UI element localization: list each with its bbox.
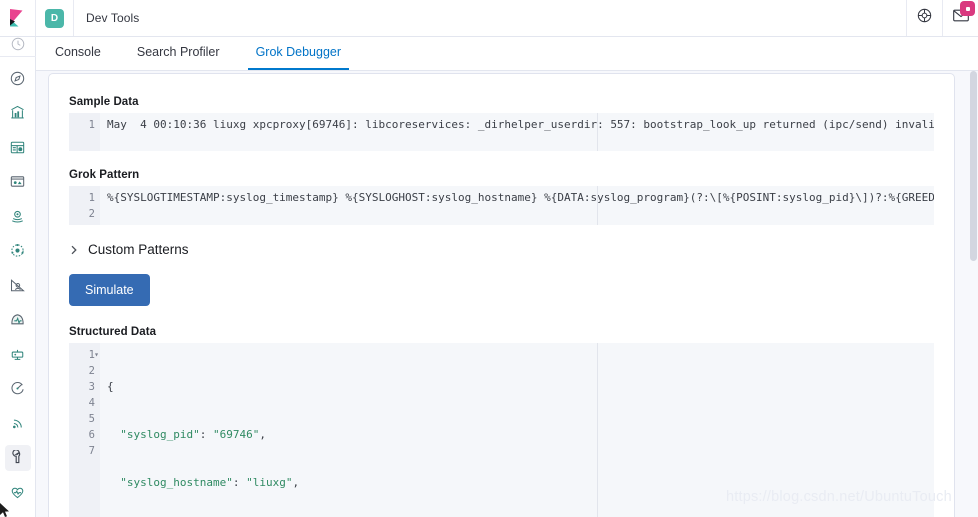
- kibana-dev-tools-window: D Dev Tools Console Search Profiler Grok…: [0, 0, 978, 517]
- siem-icon: [10, 347, 25, 362]
- tab-console[interactable]: Console: [47, 45, 109, 71]
- help-circle-icon: [917, 8, 932, 28]
- line-number: 7: [88, 445, 95, 457]
- sample-data-editor[interactable]: 1 May 4 00:10:36 liuxg xpcproxy[69746]: …: [69, 113, 934, 151]
- line-number: 5: [88, 413, 95, 425]
- simulate-button-wrapper: Simulate: [69, 274, 934, 306]
- top-header-bar: D Dev Tools: [0, 0, 978, 37]
- watermark-text: https://blog.csdn.net/UbuntuTouch: [726, 489, 952, 505]
- json-line: "syslog_pid": "69746",: [120, 428, 266, 441]
- canvas-icon: [10, 140, 25, 155]
- space-avatar: D: [45, 8, 64, 28]
- print-margin-ruler: [597, 186, 598, 225]
- chevron-right-icon: [69, 245, 79, 255]
- news-feed-button[interactable]: [942, 0, 978, 36]
- page-scrollbar-thumb[interactable]: [970, 71, 977, 261]
- json-line: {: [107, 379, 934, 395]
- tab-search-profiler[interactable]: Search Profiler: [129, 45, 228, 71]
- sidebar-item-dev-tools[interactable]: [4, 444, 31, 471]
- line-number: 1: [88, 119, 95, 131]
- app-title: Dev Tools: [86, 11, 140, 25]
- sidebar-item-apm[interactable]: [5, 272, 31, 298]
- kibana-home-button[interactable]: [0, 0, 36, 36]
- recently-viewed-clock-icon: [11, 37, 25, 56]
- sidebar-item-recently-viewed[interactable]: [0, 37, 36, 57]
- page-scrollbar-track[interactable]: [969, 71, 978, 517]
- json-key: "syslog_hostname": [120, 476, 233, 489]
- sidebar-item-siem[interactable]: [5, 341, 31, 367]
- grok-pattern-gutter: 1 2: [69, 186, 100, 225]
- tab-grok-debugger[interactable]: Grok Debugger: [247, 45, 350, 70]
- dashboard-icon: [10, 105, 25, 120]
- sidebar-item-machine-learning[interactable]: [5, 203, 31, 229]
- header-spacer: [139, 0, 906, 36]
- mouse-cursor-icon: [0, 503, 12, 517]
- line-number: 6: [88, 429, 95, 441]
- print-margin-ruler: [597, 113, 598, 151]
- metrics-icon: [10, 381, 25, 396]
- sidebar-item-dashboard[interactable]: [5, 100, 31, 126]
- uptime-icon: [10, 312, 25, 327]
- line-number: 1: [69, 347, 99, 363]
- monitoring-heart-icon: [10, 485, 25, 500]
- sidebar-item-logs[interactable]: [5, 410, 31, 436]
- machine-learning-icon: [10, 209, 25, 224]
- sidebar-item-metrics[interactable]: [5, 376, 31, 402]
- grok-pattern-label: Grok Pattern: [69, 169, 140, 181]
- print-margin-ruler: [597, 343, 598, 517]
- sidebar-item-maps[interactable]: [5, 169, 31, 195]
- sidebar-item-graph[interactable]: [5, 238, 31, 264]
- sidebar-item-monitoring[interactable]: [5, 479, 31, 505]
- grok-pattern-text[interactable]: %{SYSLOGTIMESTAMP:syslog_timestamp} %{SY…: [100, 186, 934, 206]
- line-number: 2: [88, 208, 95, 220]
- news-unread-badge: [960, 1, 975, 16]
- json-value: "69746": [212, 428, 260, 441]
- grok-pattern-editor[interactable]: 1 2 %{SYSLOGTIMESTAMP:syslog_timestamp} …: [69, 186, 934, 225]
- sidebar-item-uptime[interactable]: [5, 307, 31, 333]
- sidebar-app-list: [4, 57, 31, 517]
- discover-compass-icon: [10, 71, 25, 86]
- sidebar-item-canvas[interactable]: [5, 134, 31, 160]
- sample-data-label: Sample Data: [69, 96, 139, 108]
- help-menu-button[interactable]: [906, 0, 942, 36]
- dev-tools-wrench-icon: [10, 450, 25, 465]
- custom-patterns-accordion[interactable]: Custom Patterns: [69, 242, 934, 257]
- simulate-button[interactable]: Simulate: [69, 274, 150, 306]
- sidebar-item-discover[interactable]: [5, 65, 31, 91]
- grok-debugger-content: Sample Data 1 May 4 00:10:36 liuxg xpcpr…: [36, 71, 978, 517]
- line-number: 3: [88, 381, 95, 393]
- line-number: 4: [88, 397, 95, 409]
- line-number: 2: [88, 365, 95, 377]
- structured-data-label: Structured Data: [69, 326, 157, 338]
- grok-debugger-panel: Sample Data 1 May 4 00:10:36 liuxg xpcpr…: [48, 73, 955, 517]
- json-value: "liuxg": [246, 476, 293, 489]
- json-key: "syslog_pid": [120, 428, 200, 441]
- sample-data-text[interactable]: May 4 00:10:36 liuxg xpcproxy[69746]: li…: [100, 113, 934, 133]
- space-selector-button[interactable]: D: [36, 0, 74, 36]
- json-brace: {: [107, 380, 114, 393]
- graph-icon: [10, 243, 25, 258]
- logs-icon: [10, 416, 25, 431]
- line-number: 1: [88, 192, 95, 204]
- structured-data-gutter: 1 2 3 4 5 6 7: [69, 343, 100, 517]
- maps-icon: [10, 174, 25, 189]
- sample-data-gutter: 1: [69, 113, 100, 151]
- custom-patterns-label: Custom Patterns: [88, 242, 189, 257]
- primary-sidebar-nav: [0, 37, 36, 517]
- apm-user-icon: [10, 278, 25, 293]
- kibana-logo-icon: [9, 8, 26, 28]
- dev-tools-tab-bar: Console Search Profiler Grok Debugger: [36, 37, 978, 71]
